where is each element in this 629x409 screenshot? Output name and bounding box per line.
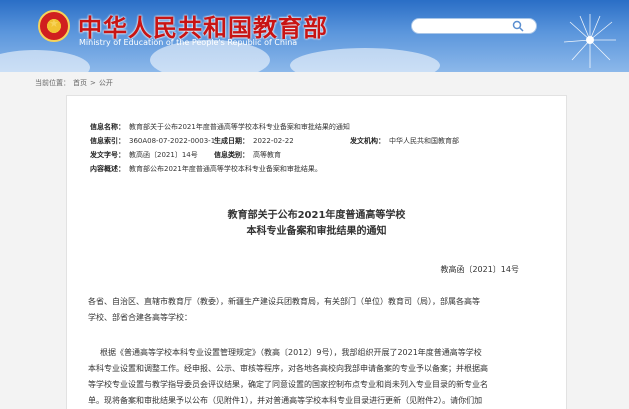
site-subtitle: Ministry of Education of the People's Re… xyxy=(79,38,298,47)
meta-doc-no-value: 教高函〔2021〕14号 xyxy=(129,151,198,159)
meta-row-name: 信息名称： 教育部关于公布2021年度普通高等学校本科专业备案和审批结果的通知 xyxy=(90,122,350,132)
salutation-line1: 各省、自治区、直辖市教育厅（教委），新疆生产建设兵团教育局，有关部门（单位）教育… xyxy=(88,297,480,306)
breadcrumb-section-link[interactable]: 公开 xyxy=(99,79,113,87)
meta-category-label: 信息类别： xyxy=(214,151,249,159)
search-icon[interactable] xyxy=(512,20,524,32)
meta-row-summary: 内容概述： 教育部公布2021年度普通高等学校本科专业备案和审批结果。 xyxy=(90,164,322,174)
body-line1: 根据《普通高等学校本科专业设置管理规定》（教高〔2012〕9号），我部组织开展了… xyxy=(100,348,482,357)
salutation-line2: 学校、部省合建各高等学校： xyxy=(88,313,192,322)
meta-name-value: 教育部关于公布2021年度普通高等学校本科专业备案和审批结果的通知 xyxy=(129,123,350,131)
dandelion-icon xyxy=(563,14,616,68)
body-line2: 本科专业设置和调整工作。经申报、公示、审核等程序，对各地各高校向我部申请备案的专… xyxy=(88,364,488,373)
header-cloud xyxy=(0,50,90,72)
meta-row-date: 生成日期： 2022-02-22 xyxy=(214,136,294,146)
breadcrumb-separator: > xyxy=(90,79,96,87)
meta-row-issuer: 发文机构： 中华人民共和国教育部 xyxy=(350,136,459,146)
meta-summary-value: 教育部公布2021年度普通高等学校本科专业备案和审批结果。 xyxy=(129,165,322,173)
meta-name-label: 信息名称： xyxy=(90,123,125,131)
header-cloud xyxy=(290,48,440,72)
meta-doc-no-label: 发文字号： xyxy=(90,151,125,159)
meta-date-value: 2022-02-22 xyxy=(253,137,294,145)
document-title-line1: 教育部关于公布2021年度普通高等学校 xyxy=(227,210,406,221)
document-number: 教高函〔2021〕14号 xyxy=(440,265,519,274)
breadcrumb-home-link[interactable]: 首页 xyxy=(73,79,87,87)
national-emblem-icon: ★ xyxy=(38,10,70,42)
document-title-line2: 本科专业备案和审批结果的通知 xyxy=(246,226,387,237)
breadcrumb-label: 当前位置： xyxy=(35,79,70,87)
meta-row-index: 信息索引： 360A08-07-2022-0003-1 xyxy=(90,136,215,146)
meta-row-category: 信息类别： 高等教育 xyxy=(214,150,281,160)
body-line4: 单。现将备案和审批结果予以公布（见附件1），并对普通高等学校本科专业目录进行更新… xyxy=(88,396,483,405)
meta-issuer-label: 发文机构： xyxy=(350,137,385,145)
breadcrumb: 当前位置： 首页 > 公开 xyxy=(35,78,116,88)
meta-summary-label: 内容概述： xyxy=(90,165,125,173)
meta-index-label: 信息索引： xyxy=(90,137,125,145)
meta-row-doc-no: 发文字号： 教高函〔2021〕14号 xyxy=(90,150,198,160)
meta-issuer-value: 中华人民共和国教育部 xyxy=(389,137,459,145)
meta-date-label: 生成日期： xyxy=(214,137,249,145)
meta-index-value: 360A08-07-2022-0003-1 xyxy=(129,137,216,145)
meta-category-value: 高等教育 xyxy=(253,151,281,159)
body-line3: 等学校专业设置与教学指导委员会评议结果，确定了同意设置的国家控制布点专业和尚未列… xyxy=(88,380,488,389)
